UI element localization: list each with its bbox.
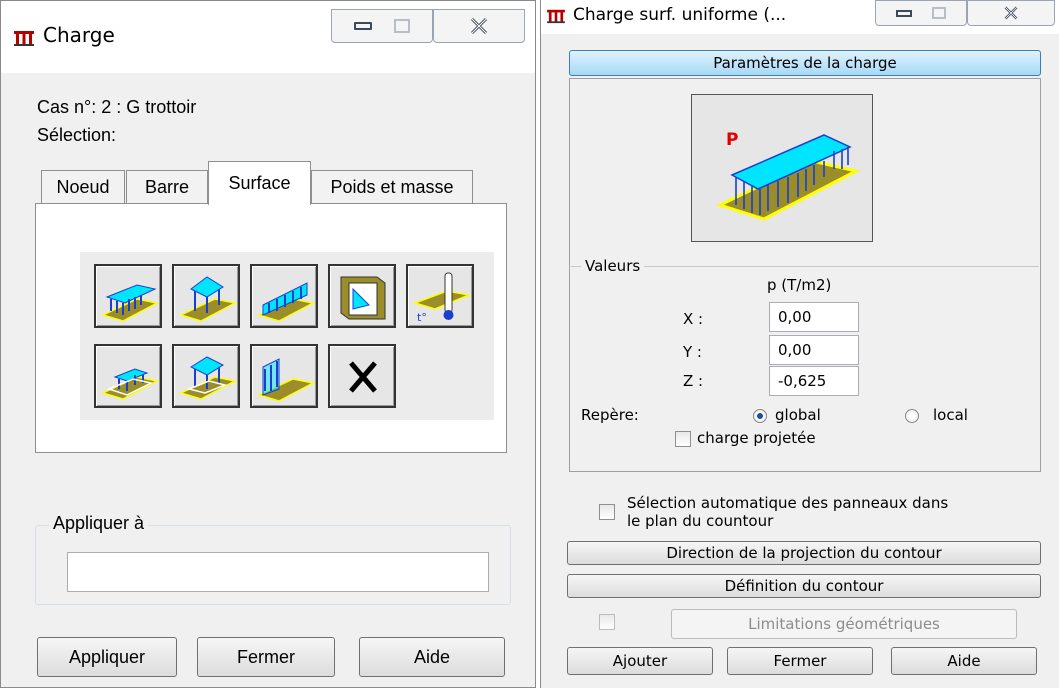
geometric-limits-checkbox[interactable] (599, 614, 615, 630)
window-title: Charge surf. uniforme (... (573, 5, 787, 25)
add-button[interactable]: Ajouter (567, 647, 713, 675)
delete-load-button[interactable] (328, 344, 396, 408)
projected-load-checkbox[interactable] (675, 431, 691, 447)
point-surface-load-button[interactable] (172, 264, 240, 328)
selection-label: Sélection: (37, 125, 117, 145)
x-value-input[interactable]: 0,00 (769, 302, 859, 332)
z-label: Z : (683, 372, 704, 390)
close-button-bottom[interactable]: Fermer (197, 637, 335, 677)
local-radio-label[interactable]: local (933, 406, 968, 424)
repere-label: Repère: (581, 406, 639, 424)
apply-to-input[interactable] (67, 552, 489, 592)
close-icon (1004, 6, 1018, 20)
close-button[interactable] (967, 0, 1055, 26)
case-label: Cas n°: 2 : G trottoir (37, 97, 197, 117)
window-controls (875, 0, 967, 26)
help-button[interactable]: Aide (891, 647, 1037, 675)
edge-line-load-button[interactable] (250, 344, 318, 408)
tab-barre[interactable]: Barre (126, 170, 208, 204)
uniform-surface-load-button[interactable] (94, 264, 162, 328)
svg-text:t°: t° (417, 311, 427, 324)
tab-surface[interactable]: Surface (208, 161, 311, 205)
projected-load-label: charge projetée (697, 429, 816, 447)
auto-select-label-line-1: Sélection automatique des panneaux dans (627, 494, 949, 512)
title-bar[interactable]: Charge surf. uniforme (... (541, 0, 1059, 34)
uniform-load-preview-icon: P (715, 130, 861, 221)
projection-direction-button[interactable]: Direction de la projection du contour (567, 541, 1041, 565)
window-controls (331, 9, 433, 43)
app-icon (14, 31, 34, 46)
contour-point-load-icon (178, 356, 237, 400)
auto-select-panels-checkbox[interactable] (599, 504, 615, 520)
close-icon (470, 17, 488, 35)
point-surface-load-icon (178, 276, 237, 322)
load-type-toolbar: t° (80, 252, 494, 420)
uniform-surface-load-icon (100, 284, 159, 322)
tab-noeud[interactable]: Noeud (41, 170, 125, 204)
uniform-surface-load-window: Charge surf. uniforme (... Paramètres de… (540, 0, 1059, 688)
maximize-icon[interactable] (932, 7, 946, 19)
tab-poids-et-masse[interactable]: Poids et masse (311, 170, 473, 204)
linear-surface-load-button[interactable] (250, 264, 318, 328)
preview-p-label: P (726, 130, 738, 150)
help-button[interactable]: Aide (359, 637, 505, 677)
contour-uniform-load-icon (100, 368, 159, 400)
minimize-icon[interactable] (354, 22, 372, 30)
surface-tab-panel: t° (35, 203, 507, 453)
load-preview-image: P (691, 94, 873, 242)
contour-definition-button[interactable]: Définition du contour (567, 574, 1041, 598)
thermal-load-icon: t° (412, 272, 471, 324)
apply-to-label: Appliquer à (49, 513, 149, 534)
local-radio[interactable] (905, 409, 919, 423)
charge-window: Charge Cas n°: 2 : G trottoir Sélection:… (0, 0, 536, 688)
hydrostatic-load-icon (340, 276, 386, 320)
global-radio[interactable] (753, 409, 767, 423)
column-header: p (T/m2) (767, 276, 832, 294)
hydrostatic-load-button[interactable] (328, 264, 396, 328)
contour-uniform-load-button[interactable] (94, 344, 162, 408)
close-button[interactable] (433, 9, 525, 43)
linear-surface-load-icon (256, 282, 315, 322)
edge-line-load-icon (256, 358, 315, 402)
load-parameters-button[interactable]: Paramètres de la charge (569, 50, 1041, 76)
title-bar[interactable]: Charge (1, 1, 535, 73)
values-group-label: Valeurs (581, 257, 645, 275)
geometric-limits-button[interactable]: Limitations géométriques (671, 609, 1017, 639)
apply-button[interactable]: Appliquer (37, 637, 177, 677)
global-radio-label[interactable]: global (775, 406, 821, 424)
delete-load-icon (349, 361, 377, 393)
window-title: Charge (43, 23, 115, 47)
minimize-icon[interactable] (896, 9, 912, 17)
x-label: X : (683, 310, 704, 328)
z-value-input[interactable]: -0,625 (769, 366, 859, 396)
maximize-icon[interactable] (394, 19, 410, 33)
app-icon (547, 9, 565, 24)
y-label: Y : (683, 343, 702, 361)
y-value-input[interactable]: 0,00 (769, 335, 859, 365)
thermal-load-button[interactable]: t° (406, 264, 474, 328)
close-button-bottom[interactable]: Fermer (727, 647, 873, 675)
contour-point-load-button[interactable] (172, 344, 240, 408)
auto-select-label-line-2: le plan du countour (627, 512, 774, 530)
